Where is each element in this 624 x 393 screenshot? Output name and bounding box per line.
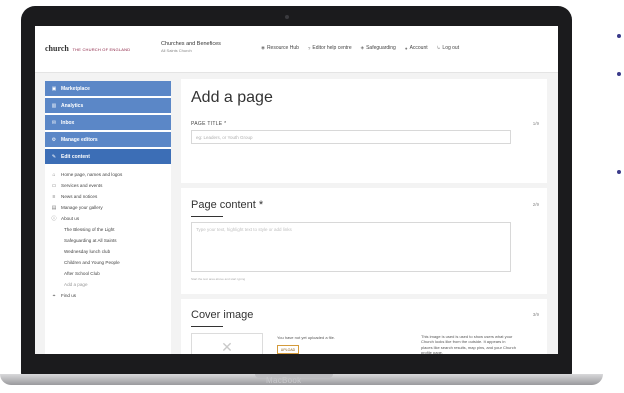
content-hint: Start the text area above and start typi… (191, 277, 246, 281)
mail-icon: ✉ (51, 119, 57, 126)
sidebar-item-news-notices[interactable]: ≡ News and notices (45, 191, 171, 202)
logout-icon: ↳ (436, 45, 441, 50)
sidebar-item-marketplace[interactable]: ▣ Marketplace (45, 81, 171, 96)
location-icon: ⌖ (52, 292, 56, 299)
pencil-icon: ✎ (51, 153, 57, 160)
shield-icon: ◈ (360, 45, 365, 50)
church-of-england-logo[interactable]: church THE CHURCH OF ENGLAND (45, 44, 130, 53)
cover-heading: Cover image (191, 309, 254, 321)
gallery-icon: ▤ (51, 204, 57, 211)
church-title: Churches and Benefices (161, 41, 221, 47)
question-icon: ? (307, 45, 311, 51)
page-title-input[interactable]: eg: Leaders, or Youth Group (191, 130, 511, 144)
sidebar-page-blessing[interactable]: The Blessing of the Light (45, 224, 171, 235)
content-menu: ⌂ Home page, names and logos ▭ Services an… (45, 166, 171, 301)
sidebar-page-safeguarding[interactable]: Safeguarding at All Saints (45, 235, 171, 246)
nav-resource-hub[interactable]: ◉ Resource Hub (261, 45, 299, 51)
screen: church THE CHURCH OF ENGLAND Churches an… (35, 26, 558, 354)
logo-sub: THE CHURCH OF ENGLAND (72, 47, 131, 52)
upload-status: You have not yet uploaded a file. (277, 335, 335, 340)
content-underline (191, 216, 223, 217)
cover-underline (191, 326, 223, 327)
church-selector[interactable]: Churches and Benefices All Saints Church (161, 41, 221, 53)
sidebar-item-inbox[interactable]: ✉ Inbox (45, 115, 171, 130)
sidebar-item-manage-editors[interactable]: ⚙ Manage editors (45, 132, 171, 147)
page-heading: Add a page (191, 89, 273, 106)
church-subtitle: All Saints Church (161, 48, 192, 53)
info-icon: ⓘ (51, 216, 57, 222)
nav-account[interactable]: ● Account (405, 45, 428, 51)
image-placeholder: ✕ (191, 333, 263, 354)
cover-help-text: This image is used is used to show users… (421, 334, 516, 354)
page-title-counter: 1/9 (532, 121, 539, 126)
cover-image-card: Cover image 3/9 ✕ You have not yet uploa… (181, 299, 547, 354)
bullet-point (617, 170, 621, 174)
top-nav: ◉ Resource Hub ? Editor help centre ◈ Safeg… (261, 45, 459, 51)
page-content-card: Page content * 2/9 Type your text, highl… (181, 188, 547, 294)
page-title-label: PAGE TITLE * (191, 121, 227, 127)
page-title-card: Add a page PAGE TITLE * 1/9 eg: Leaders,… (181, 79, 547, 183)
device-brand: MacBook (266, 376, 302, 385)
sidebar-page-after-school[interactable]: After School Club (45, 268, 171, 279)
sidebar-item-home-page[interactable]: ⌂ Home page, names and logos (45, 169, 171, 180)
top-bar: church THE CHURCH OF ENGLAND Churches an… (35, 26, 558, 73)
calendar-icon: ▭ (51, 182, 57, 189)
news-icon: ≡ (52, 193, 56, 200)
sidebar-add-page[interactable]: Add a page (45, 279, 171, 290)
bullet-point (617, 72, 621, 76)
chart-icon: ▥ (51, 102, 57, 109)
shop-icon: ▣ (51, 85, 57, 92)
empty-image-icon: ✕ (221, 338, 233, 355)
logo-mark: church (45, 44, 69, 53)
content-heading: Page content * (191, 199, 264, 211)
nav-editor-help[interactable]: ? Editor help centre (308, 45, 352, 51)
nav-log-out[interactable]: ↳ Log out (437, 45, 459, 51)
sidebar-item-gallery[interactable]: ▤ Manage your gallery (45, 202, 171, 213)
sidebar-item-analytics[interactable]: ▥ Analytics (45, 98, 171, 113)
gear-icon: ⚙ (51, 136, 57, 143)
bullet-point (617, 34, 621, 38)
sidebar-page-children[interactable]: Children and Young People (45, 257, 171, 268)
sidebar-item-about-us[interactable]: ⓘ About us (45, 213, 171, 224)
cover-counter: 3/9 (532, 312, 539, 317)
content-counter: 2/9 (532, 202, 539, 207)
upload-button[interactable]: UPLOAD (277, 345, 299, 354)
user-icon: ● (404, 45, 408, 51)
sidebar-item-services-events[interactable]: ▭ Services and events (45, 180, 171, 191)
sidebar: ▣ Marketplace ▥ Analytics ✉ Inbox ⚙ Manage e… (45, 81, 171, 354)
sidebar-item-find-us[interactable]: ⌖ Find us (45, 290, 171, 301)
content-editor[interactable]: Type your text, highlight text to style … (191, 222, 511, 272)
home-icon: ⌂ (52, 171, 56, 178)
laptop-base (0, 374, 603, 385)
nav-safeguarding[interactable]: ◈ Safeguarding (361, 45, 396, 51)
rss-icon: ◉ (261, 45, 265, 50)
sidebar-item-edit-content[interactable]: ✎ Edit content (45, 149, 171, 164)
sidebar-page-lunch-club[interactable]: Wednesday lunch club (45, 246, 171, 257)
camera-icon (285, 15, 289, 19)
